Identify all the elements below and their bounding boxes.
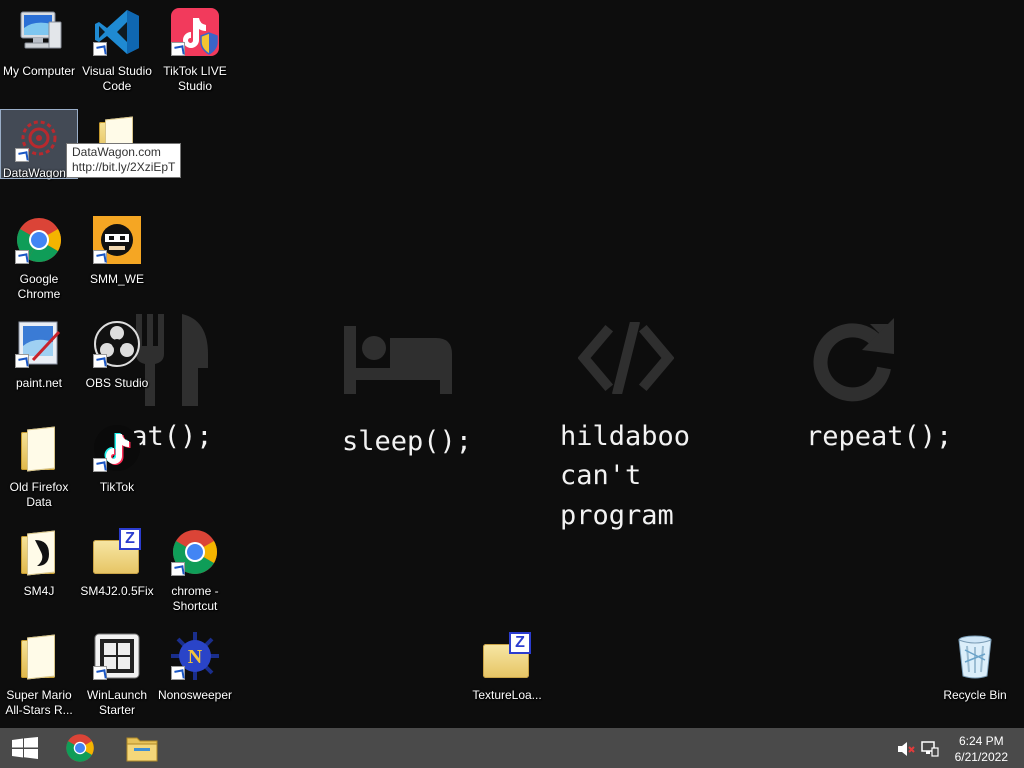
- my-computer-icon: [15, 8, 63, 56]
- shortcut-arrow-icon: [171, 562, 185, 576]
- smm-we-icon: [93, 216, 141, 264]
- shortcut-arrow-icon: [171, 42, 185, 56]
- wallpaper-code-line1: hildaboo: [560, 421, 691, 452]
- taskbar-file-explorer-button[interactable]: [117, 728, 167, 768]
- zip-folder-icon: Z: [483, 632, 531, 680]
- tooltip-line2: http://bit.ly/2XziEpT: [72, 160, 176, 174]
- icon-label: Recycle Bin: [943, 688, 1007, 702]
- desktop-icon-sm4j2-fix[interactable]: Z SM4J2.0.5Fix: [79, 524, 155, 599]
- desktop-icon-chrome-shortcut[interactable]: chrome - Shortcut: [157, 524, 233, 614]
- chrome-icon: [171, 528, 219, 576]
- icon-label: TextureLoa...: [472, 688, 542, 702]
- tiktok-live-studio-icon: [171, 8, 219, 56]
- icon-label: Super Mario All-Stars R...: [5, 688, 73, 717]
- speaker-muted-icon[interactable]: [897, 741, 915, 757]
- wallpaper-repeat-text: repeat();: [806, 421, 953, 452]
- icon-label: Nonosweeper: [157, 688, 233, 702]
- icon-label: Google Chrome: [17, 272, 61, 301]
- icon-label: paint.net: [15, 376, 63, 390]
- recycle-bin-icon: [951, 632, 999, 680]
- desktop-icon-old-firefox-data[interactable]: Old Firefox Data: [1, 420, 77, 510]
- taskbar-chrome-button[interactable]: [56, 728, 106, 768]
- desktop-icon-paint-net[interactable]: paint.net: [1, 316, 77, 391]
- network-icon[interactable]: [921, 740, 939, 758]
- desktop-icon-recycle-bin[interactable]: Recycle Bin: [937, 628, 1013, 703]
- icon-label: SM4J: [23, 584, 55, 598]
- icon-label: SM4J2.0.5Fix: [80, 584, 154, 598]
- paint-net-icon: [15, 320, 63, 368]
- icon-label: Visual Studio Code: [82, 64, 152, 93]
- desktop-icon-google-chrome[interactable]: Google Chrome: [1, 212, 77, 302]
- icon-label: My Computer: [2, 64, 76, 78]
- desktop-icon-tiktok[interactable]: TikTok: [79, 420, 155, 495]
- desktop-icon-smm-we[interactable]: SMM_WE: [79, 212, 155, 287]
- icon-label: Old Firefox Data: [9, 480, 69, 509]
- icon-label: TikTok LIVE Studio: [163, 64, 227, 93]
- wallpaper-code-line3: program: [560, 500, 674, 531]
- shortcut-arrow-icon: [15, 250, 29, 264]
- shortcut-arrow-icon: [93, 666, 107, 680]
- shortcut-arrow-icon: [171, 666, 185, 680]
- icon-label: WinLaunch Starter: [86, 688, 148, 717]
- shortcut-arrow-icon: [93, 250, 107, 264]
- shortcut-arrow-icon: [93, 354, 107, 368]
- vscode-icon: [93, 8, 141, 56]
- shortcut-arrow-icon: [93, 42, 107, 56]
- file-explorer-icon: [126, 737, 158, 762]
- folder-icon: [15, 424, 63, 472]
- desktop-icon-textureloader[interactable]: Z TextureLoa...: [469, 628, 545, 703]
- code-icon: [578, 322, 674, 394]
- clock-time: 6:24 PM: [958, 734, 1004, 748]
- taskbar-clock[interactable]: 6:24 PM 6/21/2022: [955, 733, 1008, 765]
- desktop-icon-super-mario-all-stars[interactable]: Super Mario All-Stars R...: [1, 628, 77, 718]
- taskbar: 6:24 PM 6/21/2022: [0, 728, 1024, 768]
- desktop-icon-nonosweeper[interactable]: N Nonosweeper: [157, 628, 233, 703]
- winlaunch-icon: [93, 632, 141, 680]
- windows-start-icon: [12, 737, 38, 759]
- folder-icon: [15, 528, 63, 576]
- desktop-icon-tiktok-live-studio[interactable]: TikTok LIVE Studio: [157, 4, 233, 94]
- chrome-icon: [15, 216, 63, 264]
- shortcut-arrow-icon: [15, 148, 29, 162]
- wallpaper-code-line2: can't: [560, 460, 642, 491]
- shortcut-arrow-icon: [93, 458, 107, 472]
- desktop-icon-sm4j[interactable]: SM4J: [1, 524, 77, 599]
- start-button[interactable]: [0, 728, 52, 768]
- bed-icon: [344, 326, 452, 394]
- datawagon-icon: [15, 114, 63, 162]
- refresh-icon: [813, 318, 894, 402]
- chrome-icon: [66, 734, 94, 762]
- desktop-icon-my-computer[interactable]: My Computer: [1, 4, 77, 79]
- desktop[interactable]: eat(); sleep(); hildaboo can't program r…: [0, 0, 1024, 728]
- icon-label: OBS Studio: [85, 376, 149, 390]
- shortcut-arrow-icon: [15, 354, 29, 368]
- desktop-icon-vscode[interactable]: Visual Studio Code: [79, 4, 155, 94]
- desktop-icon-winlaunch-starter[interactable]: WinLaunch Starter: [79, 628, 155, 718]
- icon-label: chrome - Shortcut: [171, 584, 219, 613]
- icon-label: TikTok: [99, 480, 135, 494]
- folder-icon: [15, 632, 63, 680]
- zip-folder-icon: Z: [93, 528, 141, 576]
- desktop-icon-obs-studio[interactable]: OBS Studio: [79, 316, 155, 391]
- icon-label: SMM_WE: [90, 272, 144, 286]
- svg-text:N: N: [188, 646, 203, 668]
- nonosweeper-icon: N: [171, 632, 219, 680]
- wallpaper-sleep-text: sleep();: [342, 426, 473, 457]
- clock-date: 6/21/2022: [954, 750, 1008, 764]
- tooltip-line1: DataWagon.com: [72, 145, 161, 159]
- datawagon-tooltip: DataWagon.com http://bit.ly/2XziEpT: [66, 143, 182, 178]
- obs-studio-icon: [93, 320, 141, 368]
- tiktok-icon: [93, 424, 141, 472]
